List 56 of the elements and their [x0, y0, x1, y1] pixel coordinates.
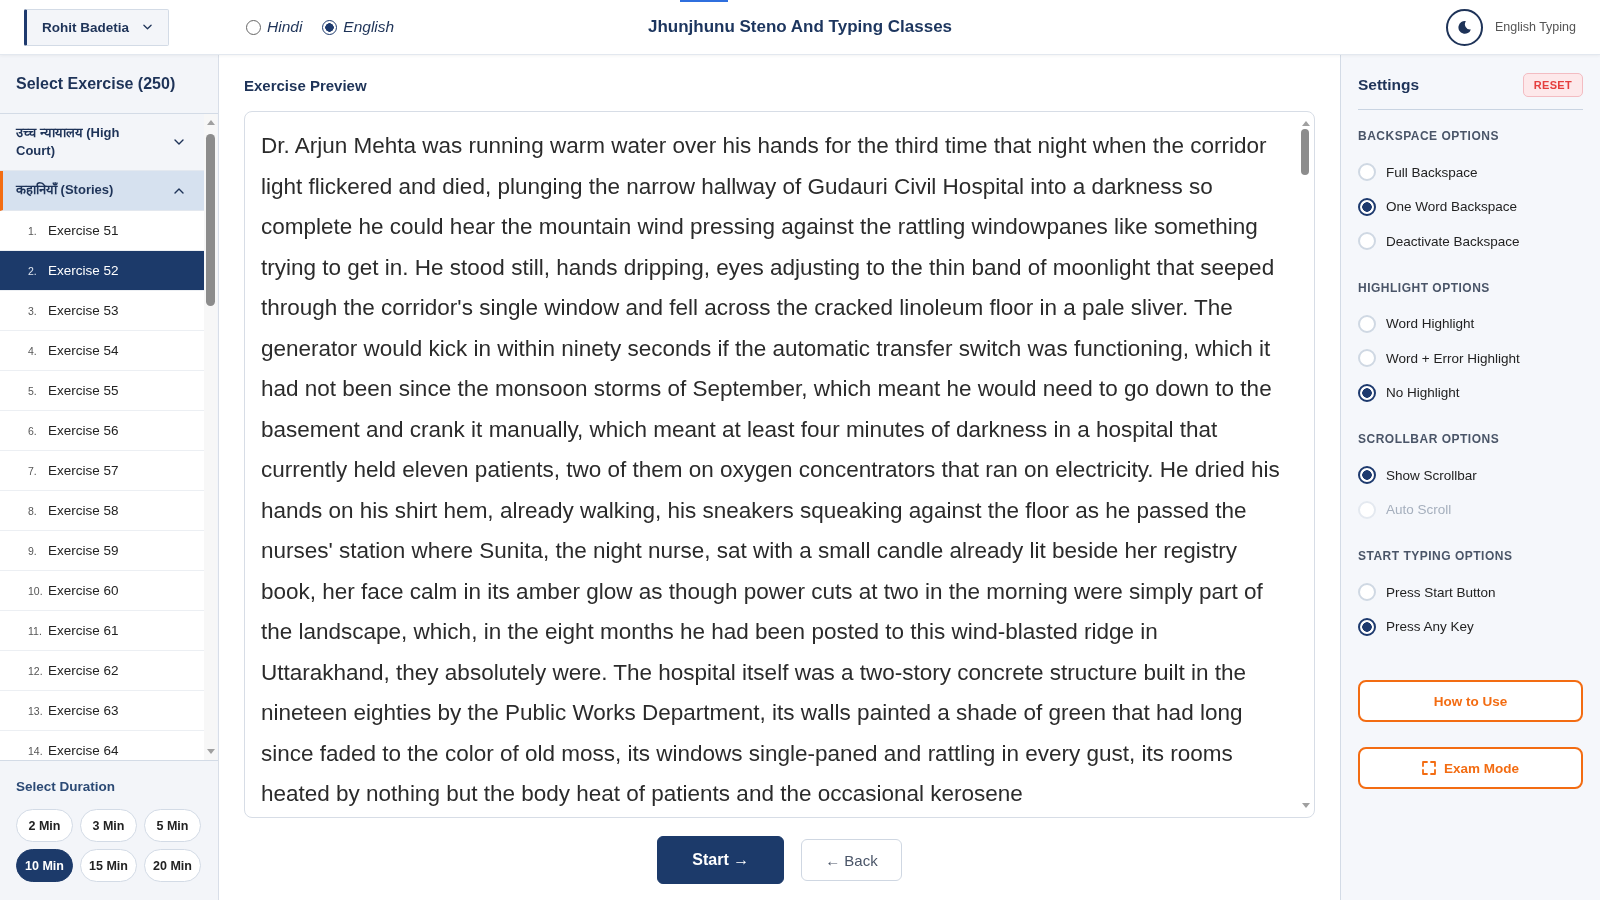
- list-number: 11.: [28, 624, 43, 637]
- section-heading: START TYPING OPTIONS: [1358, 548, 1513, 564]
- list-number: 5.: [28, 384, 38, 397]
- list-number: 6.: [28, 424, 38, 437]
- radio-option[interactable]: Deactivate Backspace: [1358, 224, 1520, 259]
- chevron-down-icon: [174, 139, 184, 145]
- list-number: 4.: [28, 344, 38, 357]
- duration-option[interactable]: 5 Min: [144, 809, 201, 842]
- radio-option[interactable]: Full Backspace: [1358, 155, 1478, 190]
- duration-option[interactable]: 20 Min: [144, 849, 201, 882]
- list-number: 3.: [28, 304, 38, 317]
- category-header[interactable]: उच्च न्यायालय (High Court): [0, 114, 204, 171]
- list-number: 10.: [28, 584, 44, 597]
- category-header[interactable]: कहानियाँ (Stories): [0, 171, 204, 211]
- list-number: 8.: [28, 504, 38, 517]
- language-option[interactable]: Hindi: [246, 18, 303, 36]
- duration-option[interactable]: 3 Min: [80, 809, 137, 842]
- radio-option[interactable]: Word Highlight: [1358, 306, 1475, 341]
- list-number: 7.: [28, 464, 38, 477]
- list-number: 12.: [28, 664, 44, 677]
- radio-option[interactable]: No Highlight: [1358, 375, 1460, 410]
- mode-label: English Typing: [1494, 20, 1576, 34]
- list-number: 1.: [28, 224, 38, 237]
- list-number: 14.: [28, 744, 44, 757]
- start-button[interactable]: Start →: [657, 836, 785, 884]
- radio-option[interactable]: Show Scrollbar: [1358, 458, 1477, 493]
- duration-option[interactable]: 10 Min: [16, 849, 73, 882]
- section-heading: SCROLLBAR OPTIONS: [1358, 431, 1500, 447]
- user-menu-button[interactable]: Rohit Badetia: [24, 8, 169, 46]
- chevron-down-icon: [143, 24, 152, 30]
- exercise-item[interactable]: 2. Exercise 52: [0, 251, 204, 291]
- section-heading: BACKSPACE OPTIONS: [1358, 128, 1499, 144]
- exercise-text: Dr. Arjun Mehta was running warm water over his hands for the third time that night when the corridor light flickered and died, plunging the narrow hallway of Gudauri Civil Hospital into a darkness so complete he could hear the mountain wind pressing against the rattling windowpanes like something trying to get in. He stood still, hands dripping, eyes adjusting to the thin band of moonlight that seeped through the corridor's single window and fell across the cracked linoleum floor in a pale sliver. The generator would kick in within ninety seconds if the automatic transfer switch was functioning, which it had not been since the monsoon storms of September, which meant he would need to go down to the basement and crank it manually, which meant at least four minutes of darkness in a hospital that currently held eleven patients, two of them on oxygen concentrators that ran on electricity. He dried his hands on his shirt hem, already walking, his sneakers squeaking against the floor as he passed the nurses' station where Sunita, the night nurse, sat with a small candle already lit beside her registry book, her face calm in its amber glow as though power cuts at two in the morning were simply part of the landscape, which, in the eight months he had been posted to this wind-blasted ridge in Uttarakhand, they absolutely were. The hospital itself was a two-story concrete structure built in the nineteen eighties by the Public Works Department, its walls painted a shade of green that had long since faded to the color of old moss, its windows single-paned and rattling in every gust, its rooms heated by nothing but the body heat of patients and the occasional kerosene: [260, 132, 1281, 808]
- fullscreen-icon: [1422, 761, 1436, 775]
- duration-option[interactable]: 15 Min: [80, 849, 137, 882]
- language-option[interactable]: English: [322, 18, 395, 36]
- back-button[interactable]: ← Back: [801, 839, 902, 881]
- radio-option[interactable]: Press Any Key: [1358, 609, 1474, 644]
- theme-toggle-button[interactable]: [1445, 8, 1483, 46]
- reset-button[interactable]: RESET: [1522, 73, 1583, 97]
- section-title: Select Duration: [16, 779, 117, 794]
- chevron-up-icon: [174, 187, 184, 194]
- section-heading: HIGHLIGHT OPTIONS: [1358, 279, 1490, 296]
- duration-option[interactable]: 2 Min: [16, 809, 73, 842]
- scrollbar[interactable]: [204, 114, 217, 760]
- moon-icon: [1456, 19, 1472, 35]
- panel-title: Settings: [1358, 76, 1420, 94]
- radio-option[interactable]: One Word Backspace: [1358, 189, 1518, 224]
- list-number: 9.: [28, 544, 38, 557]
- list-number: 2.: [28, 264, 38, 277]
- radio-option[interactable]: Press Start Button: [1358, 575, 1496, 610]
- sidebar-title: Select Exercise (250): [16, 75, 176, 93]
- app-title: Jhunjhunu Steno And Typing Classes: [647, 17, 953, 37]
- section-title: Exercise Preview: [244, 76, 368, 96]
- radio-option[interactable]: Word + Error Highlight: [1358, 341, 1520, 376]
- list-number: 13.: [28, 704, 44, 717]
